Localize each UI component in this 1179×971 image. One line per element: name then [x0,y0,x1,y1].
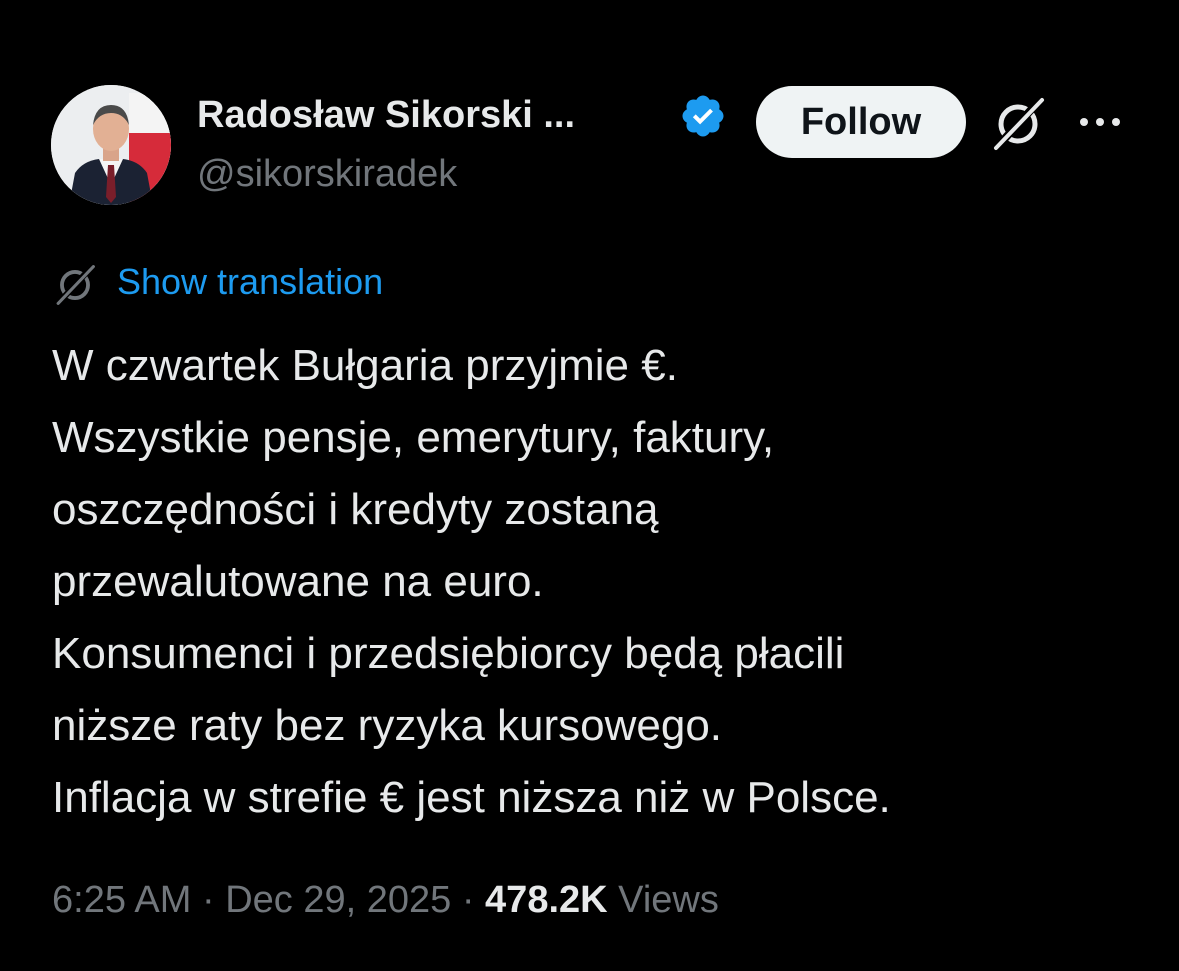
author-handle[interactable]: @sikorskiradek [197,152,457,196]
avatar[interactable] [51,85,171,205]
tweet-line: Inflacja w strefie € jest niższa niż w P… [52,773,891,822]
profile-photo [51,85,171,205]
tweet-time[interactable]: 6:25 AM [52,879,191,921]
tweet-text: W czwartek Bułgaria przyjmie €. Wszystki… [52,330,1152,834]
tweet-line: W czwartek Bułgaria przyjmie €. [52,341,678,390]
tweet-line: Wszystkie pensje, emerytury, faktury, [52,413,775,462]
tweet-line: przewalutowane na euro. [52,557,544,606]
meta-separator: · [461,879,475,921]
grok-icon [56,264,95,305]
grok-icon[interactable] [988,94,1048,154]
show-translation-link[interactable]: Show translation [117,260,383,304]
more-horizontal-icon[interactable] [1078,112,1122,132]
views-label: Views [618,879,719,921]
tweet-line: niższe raty bez ryzyka kursowego. [52,701,723,750]
tweet-line: oszczędności i kredyty zostaną [52,485,659,534]
tweet-line: Konsumenci i przedsiębiorcy będą płacili [52,629,845,678]
author-name[interactable]: Radosław Sikorski ... [197,93,575,137]
tweet-date[interactable]: Dec 29, 2025 [225,879,451,921]
meta-separator: · [201,879,215,921]
views-count[interactable]: 478.2K [485,879,608,921]
follow-button[interactable]: Follow [756,86,966,158]
verified-badge-icon[interactable] [679,92,727,140]
tweet-meta: 6:25 AM · Dec 29, 2025 · 478.2K Views [52,876,719,924]
